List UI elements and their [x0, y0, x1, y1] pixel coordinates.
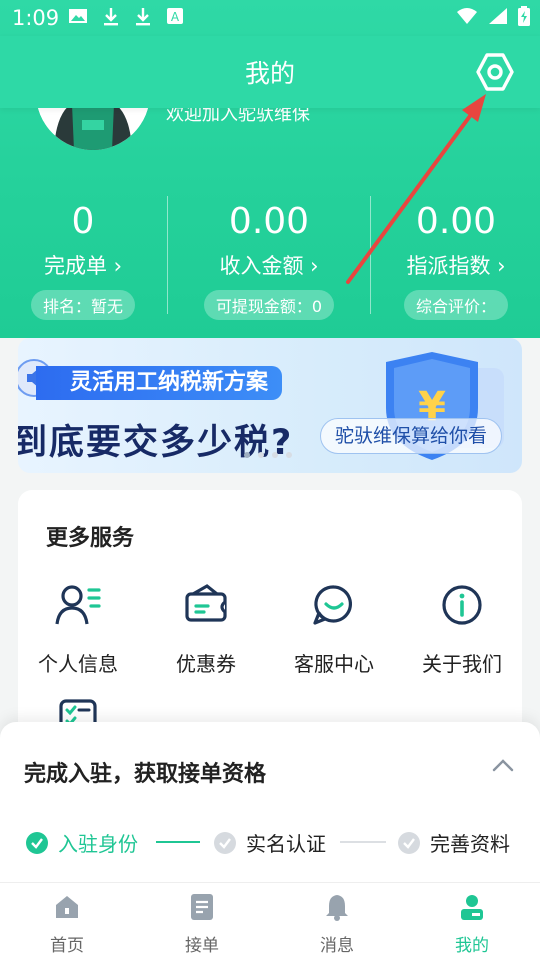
check-circle-icon	[214, 831, 236, 854]
tab-mine[interactable]: 我的	[422, 893, 522, 956]
tab-label: 接单	[185, 936, 219, 956]
home-icon	[56, 896, 78, 918]
status-bar: 1:09 A	[0, 0, 540, 36]
step-label: 入驻身份	[58, 832, 138, 856]
download-icon	[136, 8, 150, 26]
stat-label: 指派指数 ›	[406, 254, 506, 278]
step-label: 实名认证	[246, 832, 326, 856]
banner-cta: 驼驮维保算给你看	[320, 418, 503, 454]
stat-sub-badge: 排名：暂无	[30, 290, 135, 320]
user-profile-icon	[461, 895, 483, 920]
gallery-icon	[69, 9, 87, 23]
step-label: 完善资料	[430, 832, 510, 856]
banner-pagination	[244, 452, 292, 458]
stat-value: 0.00	[228, 201, 310, 242]
wifi-icon	[457, 8, 477, 24]
stat-income[interactable]: 0.00 收入金额 › 可提现金额：0	[184, 200, 354, 320]
page-title: 我的	[244, 59, 295, 88]
stat-value: 0.00	[415, 201, 497, 242]
tab-label: 首页	[50, 936, 84, 956]
onboarding-title: 完成入驻，获取接单资格	[24, 762, 267, 787]
text-a-icon: A	[167, 8, 183, 24]
download-icon	[104, 8, 118, 26]
svg-text:A: A	[171, 10, 180, 24]
tab-orders[interactable]: 接单	[152, 893, 252, 956]
step-realname[interactable]: 实名认证	[214, 828, 326, 857]
pagination-dot	[258, 452, 264, 458]
onboarding-sheet: 完成入驻，获取接单资格 入驻身份 实名认证 完善资料	[0, 722, 540, 882]
more-services-card: 更多服务 个人信息 优惠券 客服中心 关于我们	[18, 490, 522, 740]
stat-assign-index[interactable]: 0.00 指派指数 › 综合评价：	[371, 200, 540, 320]
stat-sub-badge: 可提现金额：0	[203, 290, 335, 320]
bottom-tab-bar: 首页 接单 消息 我的	[0, 882, 540, 960]
top-nav-bar: 我的	[0, 36, 540, 108]
stat-value: 0	[71, 201, 95, 242]
pagination-dot	[272, 452, 278, 458]
stat-completed-orders[interactable]: 0 完成单 › 排名：暂无	[0, 200, 168, 320]
coupon-icon	[185, 584, 227, 622]
stat-label: 完成单 ›	[43, 254, 123, 278]
status-time: 1:09	[12, 6, 60, 30]
info-icon	[442, 585, 482, 625]
chat-smile-icon	[313, 585, 353, 625]
service-personal-info[interactable]: 个人信息	[18, 582, 138, 677]
stat-divider	[167, 196, 168, 314]
step-profile[interactable]: 完善资料	[398, 828, 510, 857]
service-about-us[interactable]: 关于我们	[402, 582, 522, 677]
step-identity[interactable]: 入驻身份	[26, 828, 138, 857]
service-customer-center[interactable]: 客服中心	[274, 582, 394, 677]
step-connector	[340, 841, 386, 843]
service-label: 客服中心	[294, 652, 374, 676]
tab-messages[interactable]: 消息	[287, 893, 387, 956]
stat-sub-badge: 综合评价：	[403, 290, 508, 320]
tab-label: 消息	[320, 936, 354, 956]
document-icon	[191, 894, 213, 920]
pagination-dot	[286, 452, 292, 458]
check-circle-icon	[26, 831, 48, 854]
service-label: 个人信息	[38, 652, 118, 676]
signal-icon	[489, 8, 507, 24]
settings-hexagon-icon[interactable]	[474, 51, 516, 93]
person-list-icon	[55, 585, 101, 625]
tab-label: 我的	[455, 936, 489, 956]
tab-home[interactable]: 首页	[17, 893, 117, 956]
chevron-up-icon[interactable]	[492, 758, 514, 772]
step-connector	[156, 841, 200, 843]
check-circle-icon	[398, 831, 420, 854]
banner-tag: 灵活用工纳税新方案	[36, 366, 283, 400]
bell-icon	[326, 895, 348, 921]
battery-icon	[518, 6, 530, 26]
stat-label: 收入金额 ›	[219, 254, 319, 278]
service-label: 优惠券	[176, 652, 236, 676]
service-label: 关于我们	[422, 652, 502, 676]
services-title: 更多服务	[46, 526, 135, 551]
onboarding-steps: 入驻身份 实名认证 完善资料	[24, 828, 524, 858]
pagination-dot	[244, 452, 250, 458]
service-coupons[interactable]: 优惠券	[146, 582, 266, 677]
